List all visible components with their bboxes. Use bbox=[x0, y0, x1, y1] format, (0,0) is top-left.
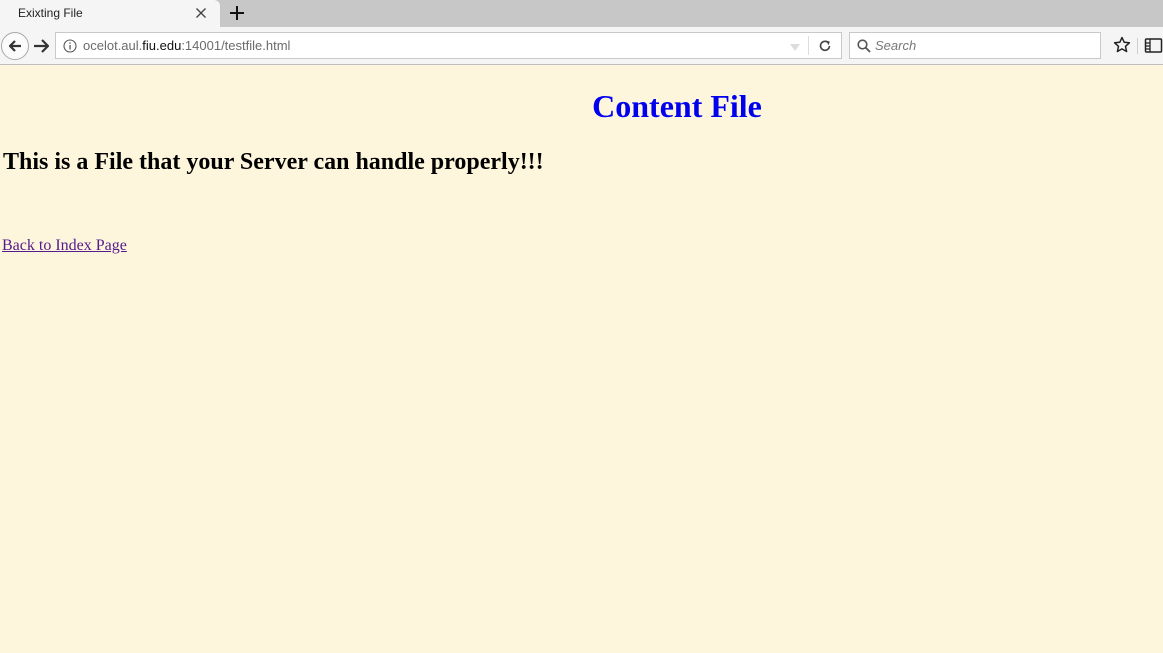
search-bar[interactable] bbox=[849, 32, 1101, 59]
star-icon[interactable] bbox=[1113, 36, 1131, 54]
divider bbox=[808, 36, 809, 55]
url-domain: fiu.edu bbox=[142, 38, 182, 53]
url-prefix: ocelot.aul. bbox=[83, 38, 143, 53]
divider bbox=[1137, 38, 1138, 54]
url-suffix: :14001/testfile.html bbox=[181, 38, 291, 53]
search-input[interactable] bbox=[875, 36, 1095, 55]
nav-bar: ocelot.aul.fiu.edu:14001/testfile.html bbox=[0, 27, 1163, 65]
chevron-down-icon[interactable] bbox=[789, 42, 801, 52]
tab-title: Exixting File bbox=[18, 6, 83, 20]
library-icon[interactable] bbox=[1144, 37, 1163, 54]
arrow-right-icon[interactable] bbox=[31, 36, 53, 56]
plus-icon[interactable] bbox=[228, 4, 246, 22]
back-to-index-link[interactable]: Back to Index Page bbox=[2, 237, 127, 255]
tab-strip: Exixting File bbox=[0, 0, 1163, 27]
tab-active[interactable]: Exixting File bbox=[0, 0, 220, 27]
page-content: Content File This is a File that your Se… bbox=[0, 66, 1163, 653]
arrow-left-icon bbox=[8, 40, 21, 52]
url-bar[interactable]: ocelot.aul.fiu.edu:14001/testfile.html bbox=[55, 32, 842, 59]
page-title: Content File bbox=[592, 88, 762, 124]
info-icon[interactable] bbox=[63, 39, 77, 53]
close-icon[interactable] bbox=[193, 5, 209, 21]
url-text[interactable]: ocelot.aul.fiu.edu:14001/testfile.html bbox=[83, 38, 290, 53]
page-subheading: This is a File that your Server can hand… bbox=[3, 149, 544, 175]
search-icon bbox=[857, 39, 871, 53]
reload-icon[interactable] bbox=[817, 38, 833, 54]
back-button[interactable] bbox=[1, 32, 29, 60]
